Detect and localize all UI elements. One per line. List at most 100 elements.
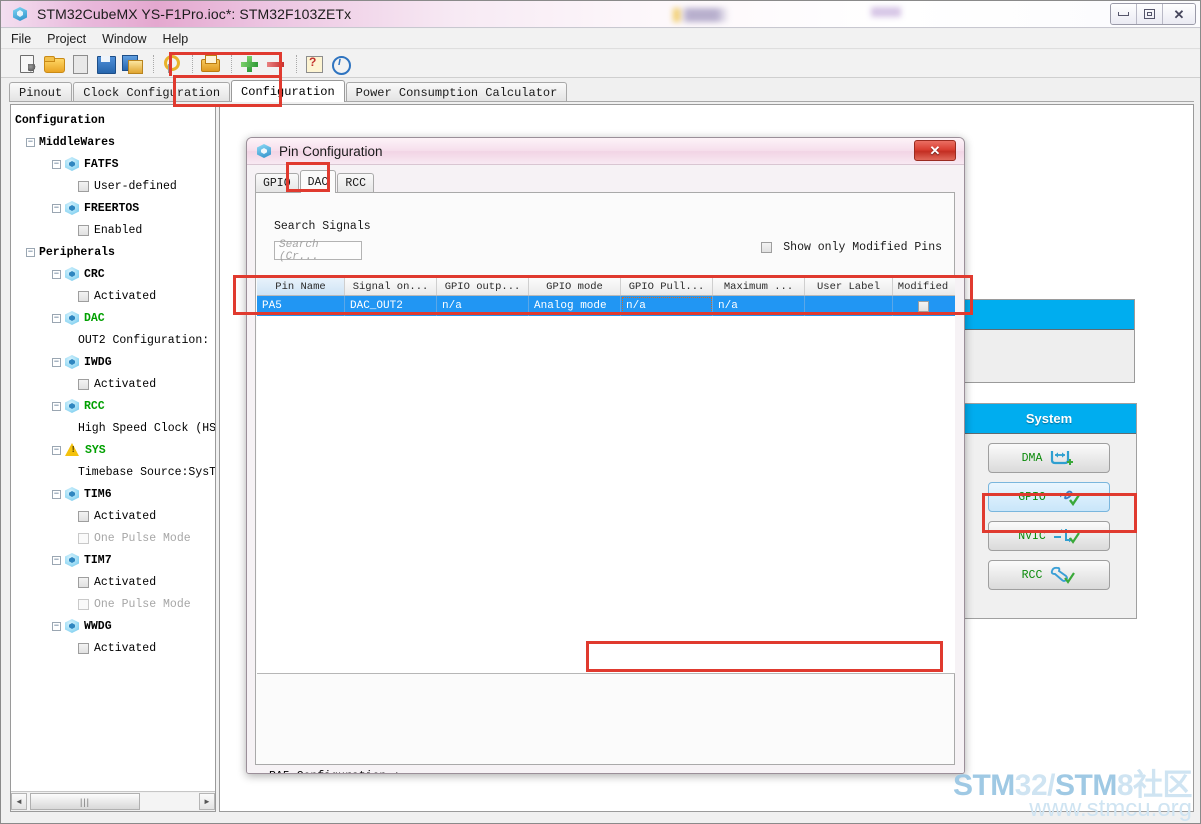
tree-expander-icon[interactable]: − [52, 159, 61, 169]
tree-item-middlewares[interactable]: − MiddleWares [15, 131, 215, 153]
tree-expander-icon[interactable]: − [52, 203, 61, 213]
close-button[interactable]: ✕ [1163, 4, 1195, 24]
tree-item-one-pulse-mode[interactable]: One Pulse Mode [15, 593, 215, 615]
tree-expander-icon[interactable]: − [26, 247, 35, 257]
scroll-right-arrow-icon[interactable]: ► [199, 793, 215, 810]
report-icon[interactable] [199, 53, 221, 75]
cell-gpio-output[interactable]: n/a [437, 296, 529, 316]
tree-expander-icon[interactable]: − [52, 555, 61, 565]
tree-item-wwdg[interactable]: − WWDG [15, 615, 215, 637]
scroll-left-arrow-icon[interactable]: ◄ [11, 793, 27, 810]
tab-pinout[interactable]: Pinout [9, 82, 73, 102]
tree-expander-icon[interactable]: − [52, 401, 61, 411]
tree-checkbox[interactable] [78, 532, 89, 544]
cell-gpio-mode[interactable]: Analog mode [529, 296, 621, 316]
tree-checkbox[interactable] [78, 290, 89, 302]
tree-item-freertos[interactable]: − FREERTOS [15, 197, 215, 219]
column-header-gpio-pull[interactable]: GPIO Pull... [621, 278, 713, 295]
menu-window[interactable]: Window [102, 32, 146, 46]
tree-item-crc[interactable]: − CRC [15, 263, 215, 285]
column-header-maximum[interactable]: Maximum ... [713, 278, 805, 295]
tree-expander-icon[interactable]: − [26, 137, 35, 147]
tree-checkbox[interactable] [78, 598, 89, 610]
tab-power-consumption-calculator[interactable]: Power Consumption Calculator [345, 82, 568, 102]
tree-item-dac[interactable]: − DAC [15, 307, 215, 329]
tree-checkbox[interactable] [78, 180, 89, 192]
tree-item-activated[interactable]: Activated [15, 637, 215, 659]
tree-item-activated[interactable]: Activated [15, 571, 215, 593]
tree-item-out2-configuration[interactable]: OUT2 Configuration: [15, 329, 215, 351]
tree-item-tim6[interactable]: − TIM6 [15, 483, 215, 505]
column-header-signal-on[interactable]: Signal on... [345, 278, 437, 295]
dialog-tab-dac[interactable]: DAC [299, 170, 337, 193]
nvic-button[interactable]: NVIC [988, 521, 1110, 551]
tree-item-one-pulse-mode[interactable]: One Pulse Mode [15, 527, 215, 549]
tree-item-rcc[interactable]: − RCC [15, 395, 215, 417]
new-project-icon[interactable] [17, 53, 39, 75]
tree-item-iwdg[interactable]: − IWDG [15, 351, 215, 373]
rcc-button[interactable]: RCC [988, 560, 1110, 590]
menu-help[interactable]: Help [163, 32, 189, 46]
tree-checkbox[interactable] [78, 576, 89, 588]
tree-expander-icon[interactable]: − [52, 313, 61, 323]
cell-gpio-pull[interactable]: n/a [621, 296, 713, 316]
menu-file[interactable]: File [11, 32, 31, 46]
tree-expander-icon[interactable]: − [52, 445, 61, 455]
tree-item-activated[interactable]: Activated [15, 505, 215, 527]
cell-maximum[interactable]: n/a [713, 296, 805, 316]
tree-item-high-speed-clock-hs[interactable]: High Speed Clock (HS [15, 417, 215, 439]
page-icon[interactable] [69, 53, 91, 75]
dma-button[interactable]: DMA [988, 443, 1110, 473]
zoom-out-icon[interactable] [264, 53, 286, 75]
save-icon[interactable] [95, 53, 117, 75]
scroll-track[interactable]: ||| [27, 793, 199, 810]
cell-user-label[interactable] [805, 296, 893, 316]
tree-item-peripherals[interactable]: − Peripherals [15, 241, 215, 263]
zoom-in-icon[interactable] [238, 53, 260, 75]
column-header-pin-name[interactable]: Pin Name [257, 278, 345, 295]
tree-item-activated[interactable]: Activated [15, 373, 215, 395]
dialog-tab-rcc[interactable]: RCC [337, 173, 375, 193]
tree-item-user-defined[interactable]: User-defined [15, 175, 215, 197]
help-icon[interactable] [303, 53, 325, 75]
tree-expander-icon[interactable]: − [52, 621, 61, 631]
tree-item-tim7[interactable]: − TIM7 [15, 549, 215, 571]
tree-item-fatfs[interactable]: − FATFS [15, 153, 215, 175]
gpio-button[interactable]: GPIO [988, 482, 1110, 512]
menu-project[interactable]: Project [47, 32, 86, 46]
maximize-button[interactable] [1137, 4, 1163, 24]
table-row[interactable]: PA5 DAC_OUT2 n/a Analog mode n/a n/a [257, 296, 955, 316]
tree-expander-icon[interactable]: − [52, 357, 61, 367]
cell-pin-name[interactable]: PA5 [257, 296, 345, 316]
show-only-modified-pins-row[interactable]: Show only Modified Pins [761, 241, 942, 254]
tree-checkbox[interactable] [78, 224, 89, 236]
tree-item-enabled[interactable]: Enabled [15, 219, 215, 241]
cell-modified[interactable] [893, 296, 953, 316]
tab-clock-configuration[interactable]: Clock Configuration [73, 82, 231, 102]
column-header-gpio-mode[interactable]: GPIO mode [529, 278, 621, 295]
tree-expander-icon[interactable]: − [52, 269, 61, 279]
tree-expander-icon[interactable]: − [52, 489, 61, 499]
tree-checkbox[interactable] [78, 642, 89, 654]
generate-code-icon[interactable] [160, 53, 182, 75]
column-header-user-label[interactable]: User Label [805, 278, 893, 295]
open-project-icon[interactable] [43, 53, 65, 75]
search-input[interactable]: Search (Cr... [274, 239, 362, 263]
about-icon[interactable] [329, 53, 351, 75]
cell-signal-on[interactable]: DAC_OUT2 [345, 296, 437, 316]
column-header-gpio-output[interactable]: GPIO outp... [437, 278, 529, 295]
minimize-button[interactable] [1111, 4, 1137, 24]
tree-checkbox[interactable] [78, 378, 89, 390]
tab-configuration[interactable]: Configuration [231, 80, 345, 102]
column-header-modified[interactable]: Modified [893, 278, 953, 295]
modified-checkbox[interactable] [917, 300, 929, 312]
tree-item-timebase-source-systi[interactable]: Timebase Source:SysTi [15, 461, 215, 483]
dialog-close-button[interactable]: ✕ [914, 140, 956, 161]
show-only-modified-pins-checkbox[interactable] [761, 242, 773, 253]
tree-horizontal-scrollbar[interactable]: ◄ ||| ► [11, 791, 215, 811]
tree-checkbox[interactable] [78, 510, 89, 522]
tree-item-sys[interactable]: − SYS [15, 439, 215, 461]
scroll-thumb[interactable]: ||| [30, 793, 140, 810]
save-as-icon[interactable] [121, 53, 143, 75]
dialog-tab-gpio[interactable]: GPIO [255, 173, 299, 193]
